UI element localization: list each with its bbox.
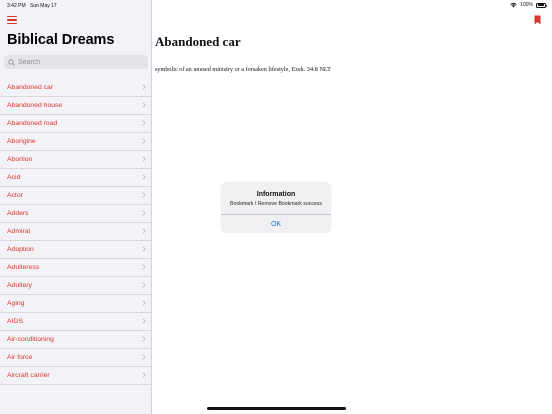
battery-fill	[537, 4, 545, 6]
list-item[interactable]: Actor	[0, 186, 152, 204]
list-item-label: Abandoned car	[7, 83, 54, 91]
status-time: 3:42 PM	[7, 3, 26, 9]
list-item-label: Aircraft carrier	[7, 371, 50, 379]
list-item-label: Adoption	[7, 245, 34, 253]
chevron-right-icon	[142, 336, 146, 342]
list-item[interactable]: Adultery	[0, 276, 152, 294]
chevron-right-icon	[142, 102, 146, 108]
list-item[interactable]: Adders	[0, 204, 152, 222]
sidebar-title: Biblical Dreams	[7, 32, 115, 48]
list-item[interactable]: Abortion	[0, 150, 152, 168]
status-bar: 3:42 PM Sun May 17 100%	[0, 0, 552, 11]
chevron-right-icon	[142, 282, 146, 288]
battery-percent: 100%	[520, 2, 533, 8]
battery-icon	[536, 2, 547, 8]
list-item-label: Admiral	[7, 227, 31, 235]
list-item[interactable]: Abandoned car	[0, 78, 152, 96]
alert-dialog: Information Bookmark / Remove Bookmark s…	[221, 182, 331, 233]
sidebar: Biblical Dreams Abandoned car Abandoned h…	[0, 0, 152, 414]
list-item[interactable]: Admiral	[0, 222, 152, 240]
list-item-label: Aging	[7, 299, 25, 307]
list-item-label: Aborigine	[7, 137, 36, 145]
chevron-right-icon	[142, 210, 146, 216]
search-input[interactable]	[18, 58, 138, 66]
list-item-label: AIDS	[7, 317, 23, 325]
list-item-label: Actor	[7, 191, 23, 199]
alert-message: Bookmark / Remove Bookmark success	[230, 201, 322, 207]
list-item-label: Air-conditioning	[7, 335, 54, 343]
hamburger-menu-icon[interactable]	[7, 16, 17, 25]
chevron-right-icon	[142, 120, 146, 126]
chevron-right-icon	[142, 192, 146, 198]
list-item[interactable]: AIDS	[0, 312, 152, 330]
home-indicator[interactable]	[207, 407, 346, 410]
alert-ok-button[interactable]: OK	[221, 215, 331, 233]
alert-title: Information	[256, 191, 296, 198]
list-item-label: Adultery	[7, 281, 32, 289]
status-date: Sun May 17	[30, 3, 57, 9]
list-item-label: Abandoned road	[7, 119, 58, 127]
list-item[interactable]: Adulteress	[0, 258, 152, 276]
list-item[interactable]: Aborigine	[0, 132, 152, 150]
list-item[interactable]: Acid	[0, 168, 152, 186]
list-item-label: Abortion	[7, 155, 33, 163]
list-item[interactable]: Aging	[0, 294, 152, 312]
chevron-right-icon	[142, 372, 146, 378]
list-item[interactable]: Abandoned road	[0, 114, 152, 132]
list-item[interactable]: Air-conditioning	[0, 330, 152, 348]
status-indicators: 100%	[510, 2, 547, 8]
chevron-right-icon	[142, 300, 146, 306]
bookmark-icon[interactable]	[534, 15, 541, 25]
list-item[interactable]: Aircraft carrier	[0, 366, 152, 384]
list-item-label: Air force	[7, 353, 33, 361]
detail-title: Abandoned car	[155, 34, 241, 49]
chevron-right-icon	[142, 264, 146, 270]
chevron-right-icon	[142, 174, 146, 180]
chevron-right-icon	[142, 354, 146, 360]
wifi-icon	[510, 2, 517, 8]
list-item-label: Adulteress	[7, 263, 40, 271]
list-item[interactable]: Abandoned house	[0, 96, 152, 114]
chevron-right-icon	[142, 84, 146, 90]
search-bar[interactable]	[4, 55, 148, 69]
chevron-right-icon	[142, 228, 146, 234]
list-item[interactable]: Air force	[0, 348, 152, 366]
list-item-label: Adders	[7, 209, 29, 217]
chevron-right-icon	[142, 246, 146, 252]
chevron-right-icon	[142, 138, 146, 144]
detail-body: symbolic of an unused ministry or a fors…	[155, 66, 331, 73]
list-item-label: Abandoned house	[7, 101, 63, 109]
chevron-right-icon	[142, 156, 146, 162]
dream-list: Abandoned car Abandoned house Abandoned ro…	[0, 78, 152, 384]
search-icon	[8, 58, 15, 66]
chevron-right-icon	[142, 318, 146, 324]
list-item-label: Acid	[7, 173, 21, 181]
list-item[interactable]: Adoption	[0, 240, 152, 258]
